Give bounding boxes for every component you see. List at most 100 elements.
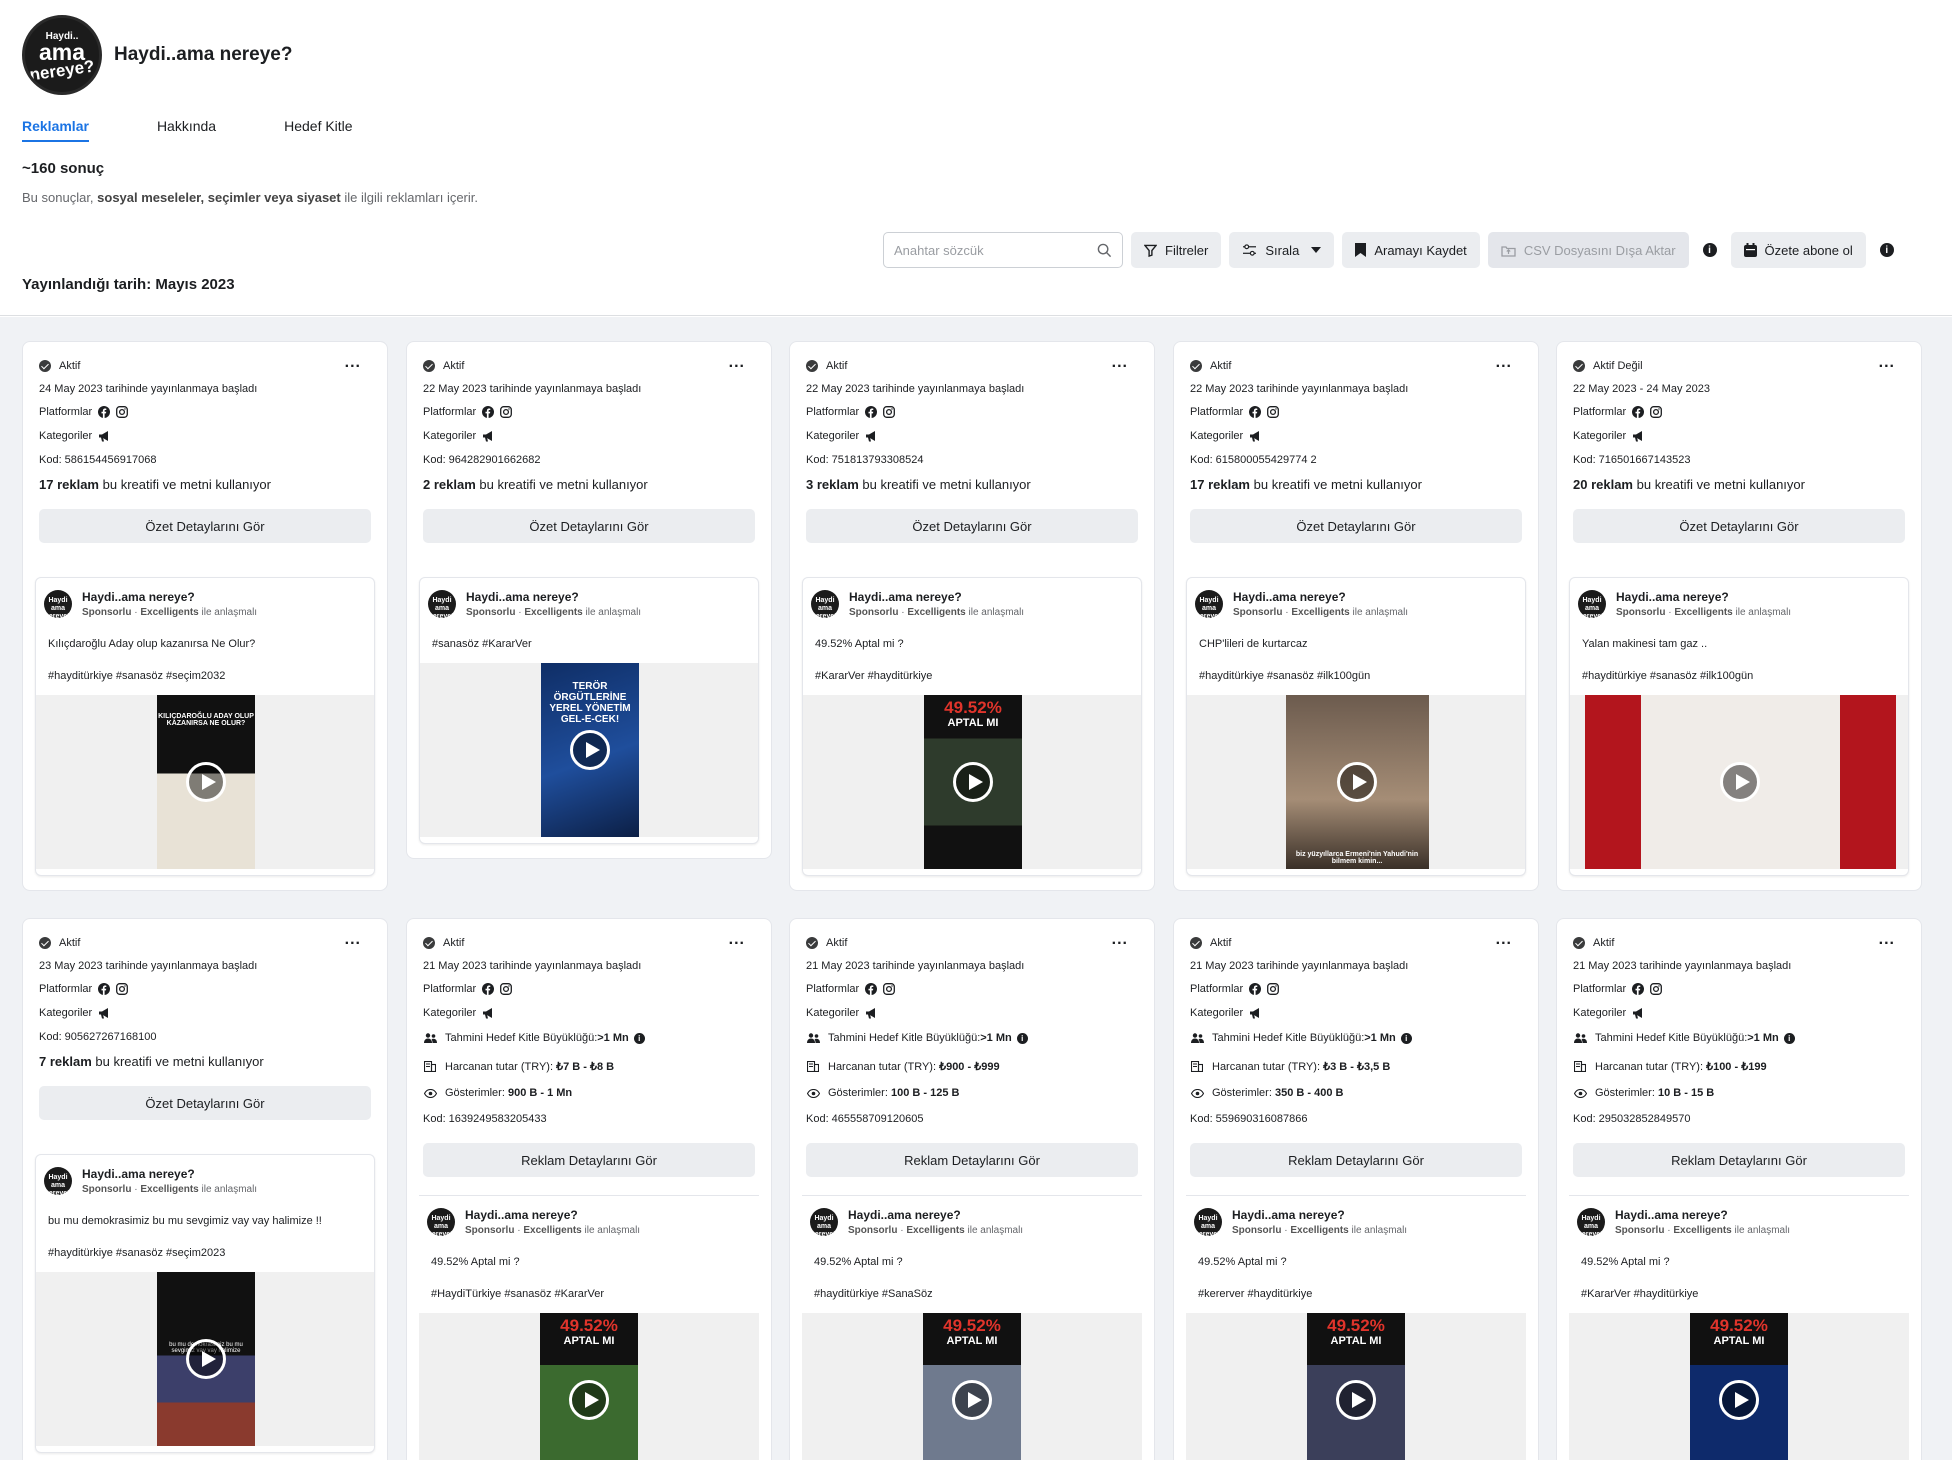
- more-options-icon[interactable]: ...: [1496, 354, 1512, 372]
- ad-preview[interactable]: Haydi ama nereye? Haydi..ama nereye? Spons…: [35, 1154, 375, 1453]
- partner-name[interactable]: Excelligents: [140, 607, 198, 618]
- play-icon[interactable]: [1719, 1380, 1759, 1420]
- audience-info-icon[interactable]: i: [633, 1032, 645, 1044]
- more-options-icon[interactable]: ...: [1112, 354, 1128, 372]
- video-thumbnail[interactable]: 49.52% APTAL MI: [540, 1313, 638, 1460]
- video-thumbnail[interactable]: 49.52% APTAL MI: [1307, 1313, 1405, 1460]
- partner-name[interactable]: Excelligents: [1673, 1225, 1731, 1236]
- summary-details-button[interactable]: Özet Detaylarını Gör: [39, 509, 371, 543]
- play-icon[interactable]: [186, 1339, 226, 1379]
- partner-name[interactable]: Excelligents: [1674, 607, 1732, 618]
- more-options-icon[interactable]: ...: [1879, 931, 1895, 949]
- tab-about[interactable]: Hakkında: [157, 118, 216, 142]
- ad-preview[interactable]: Haydi ama nereye? Haydi..ama nereye? Spons…: [35, 577, 375, 876]
- advertiser-avatar[interactable]: Haydi ama nereye?: [1194, 1208, 1222, 1238]
- audience-info-icon[interactable]: i: [1783, 1032, 1795, 1044]
- summary-details-button[interactable]: Özet Detaylarını Gör: [1190, 509, 1522, 543]
- more-options-icon[interactable]: ...: [729, 931, 745, 949]
- filters-button[interactable]: Filtreler: [1131, 232, 1222, 268]
- more-options-icon[interactable]: ...: [729, 354, 745, 372]
- play-icon[interactable]: [569, 1380, 609, 1420]
- audience-info-icon[interactable]: i: [1400, 1032, 1412, 1044]
- summary-details-button[interactable]: Özet Detaylarını Gör: [39, 1086, 371, 1120]
- summary-details-button[interactable]: Özet Detaylarını Gör: [806, 509, 1138, 543]
- advertiser-avatar[interactable]: Haydi ama nereye?: [428, 590, 456, 620]
- partner-name[interactable]: Excelligents: [140, 1184, 198, 1195]
- play-icon[interactable]: [186, 762, 226, 802]
- impressions-label: Gösterimler:: [445, 1087, 505, 1099]
- ad-preview[interactable]: Haydi ama nereye? Haydi..ama nereye? Spons…: [1186, 577, 1526, 876]
- summary-details-button[interactable]: Özet Detaylarını Gör: [423, 509, 755, 543]
- ad-preview[interactable]: Haydi ama nereye? Haydi..ama nereye? Spons…: [419, 577, 759, 844]
- audience-info-icon[interactable]: i: [1016, 1032, 1028, 1044]
- video-thumbnail[interactable]: bu mu demokrasimiz bu mu sevgimiz vay va…: [157, 1272, 255, 1446]
- advertiser-avatar[interactable]: Haydi ama nereye?: [1578, 590, 1606, 620]
- advertiser-avatar[interactable]: Haydi ama nereye?: [427, 1208, 455, 1238]
- page-tabs: Reklamlar Hakkında Hedef Kitle: [22, 118, 421, 142]
- ad-details-button[interactable]: Reklam Detaylarını Gör: [1573, 1143, 1905, 1177]
- partner-name[interactable]: Excelligents: [1291, 607, 1349, 618]
- video-thumbnail[interactable]: [1584, 695, 1896, 869]
- summary-details-button[interactable]: Özet Detaylarını Gör: [1573, 509, 1905, 543]
- advertiser-avatar[interactable]: Haydi ama nereye?: [1195, 590, 1223, 620]
- play-icon[interactable]: [953, 762, 993, 802]
- ad-preview[interactable]: Haydi ama nereye? Haydi..ama nereye? Spons…: [802, 577, 1142, 876]
- video-thumbnail[interactable]: 49.52% APTAL MI: [923, 1313, 1021, 1460]
- partner-name[interactable]: Excelligents: [1290, 1225, 1348, 1236]
- video-thumbnail[interactable]: 49.52% APTAL MI: [924, 695, 1022, 869]
- video-thumbnail[interactable]: TERÖR ÖRGÜTLERİNE YEREL YÖNETİM GEL-E-CE…: [541, 663, 639, 837]
- advertiser-avatar[interactable]: Haydi ama nereye?: [44, 1167, 72, 1197]
- advertiser-avatar[interactable]: Haydi ama nereye?: [1577, 1208, 1605, 1238]
- search-input[interactable]: [894, 242, 1097, 258]
- page-title[interactable]: Haydi..ama nereye?: [114, 44, 292, 66]
- ad-details-button[interactable]: Reklam Detaylarını Gör: [806, 1143, 1138, 1177]
- play-icon[interactable]: [1336, 1380, 1376, 1420]
- ad-preview[interactable]: Haydi ama nereye? Haydi..ama nereye? Spons…: [1569, 1195, 1909, 1460]
- ad-details-button[interactable]: Reklam Detaylarını Gör: [423, 1143, 755, 1177]
- more-options-icon[interactable]: ...: [345, 354, 361, 372]
- more-options-icon[interactable]: ...: [1879, 354, 1895, 372]
- search-box[interactable]: [883, 232, 1123, 268]
- advertiser-name[interactable]: Haydi..ama nereye?: [1232, 1208, 1345, 1222]
- more-options-icon[interactable]: ...: [345, 931, 361, 949]
- play-icon[interactable]: [1720, 762, 1760, 802]
- advertiser-avatar[interactable]: Haydi ama nereye?: [810, 1208, 838, 1238]
- tab-ads[interactable]: Reklamlar: [22, 118, 89, 142]
- advertiser-avatar[interactable]: Haydi ama nereye?: [811, 590, 839, 620]
- ad-preview[interactable]: Haydi ama nereye? Haydi..ama nereye? Spons…: [419, 1195, 759, 1460]
- video-thumbnail[interactable]: biz yüzyıllarca Ermeni'nin Yahudi'nin bi…: [1285, 695, 1429, 869]
- more-options-icon[interactable]: ...: [1112, 931, 1128, 949]
- partner-name[interactable]: Excelligents: [906, 1225, 964, 1236]
- advertiser-name[interactable]: Haydi..ama nereye?: [1233, 590, 1346, 604]
- subscribe-info-icon[interactable]: i: [1879, 243, 1894, 257]
- advertiser-name[interactable]: Haydi..ama nereye?: [466, 590, 579, 604]
- partner-name[interactable]: Excelligents: [524, 607, 582, 618]
- tab-audience[interactable]: Hedef Kitle: [284, 118, 352, 142]
- page-logo[interactable]: Haydi.. ama nereye?: [22, 15, 102, 95]
- advertiser-name[interactable]: Haydi..ama nereye?: [465, 1208, 578, 1222]
- advertiser-name[interactable]: Haydi..ama nereye?: [1616, 590, 1729, 604]
- video-thumbnail[interactable]: 49.52% APTAL MI: [1690, 1313, 1788, 1460]
- ad-preview[interactable]: Haydi ama nereye? Haydi..ama nereye? Spons…: [1569, 577, 1909, 876]
- more-options-icon[interactable]: ...: [1496, 931, 1512, 949]
- ad-details-button[interactable]: Reklam Detaylarını Gör: [1190, 1143, 1522, 1177]
- advertiser-name[interactable]: Haydi..ama nereye?: [848, 1208, 961, 1222]
- play-icon[interactable]: [570, 730, 610, 770]
- advertiser-name[interactable]: Haydi..ama nereye?: [849, 590, 962, 604]
- save-search-button[interactable]: Aramayı Kaydet: [1342, 232, 1480, 268]
- video-thumbnail[interactable]: KILIÇDAROĞLU ADAY OLUP KAZANIRSA NE OLUR…: [157, 695, 255, 869]
- play-icon[interactable]: [952, 1380, 992, 1420]
- advertiser-name[interactable]: Haydi..ama nereye?: [82, 590, 195, 604]
- partner-name[interactable]: Excelligents: [523, 1225, 581, 1236]
- advertiser-avatar[interactable]: Haydi ama nereye?: [44, 590, 72, 620]
- partner-name[interactable]: Excelligents: [907, 607, 965, 618]
- advertiser-name[interactable]: Haydi..ama nereye?: [1615, 1208, 1728, 1222]
- subscribe-button[interactable]: Özete abone ol: [1730, 232, 1866, 268]
- advertiser-name[interactable]: Haydi..ama nereye?: [82, 1167, 195, 1181]
- sort-button[interactable]: Sırala: [1229, 232, 1335, 268]
- ad-preview[interactable]: Haydi ama nereye? Haydi..ama nereye? Spons…: [1186, 1195, 1526, 1460]
- csv-info-icon[interactable]: i: [1702, 243, 1717, 257]
- csv-export-button[interactable]: CSV Dosyasını Dışa Aktar: [1487, 232, 1689, 268]
- play-icon[interactable]: [1337, 762, 1377, 802]
- ad-preview[interactable]: Haydi ama nereye? Haydi..ama nereye? Spons…: [802, 1195, 1142, 1460]
